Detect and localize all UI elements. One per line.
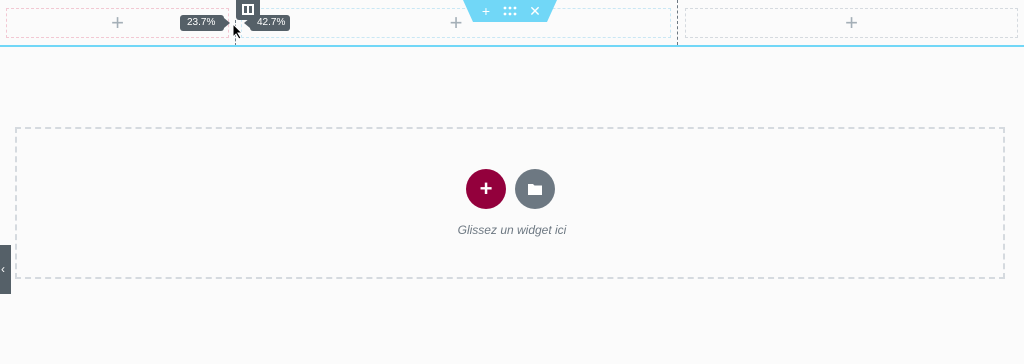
add-widget-plus-icon[interactable]: + — [450, 12, 463, 34]
add-template-button[interactable] — [515, 169, 555, 209]
column-right-empty[interactable]: + — [685, 8, 1018, 38]
left-column-width-tag: 23.7% — [180, 15, 230, 31]
drop-zone-text: Glissez un widget ici — [457, 223, 567, 237]
panel-collapse-toggle[interactable]: ‹ — [0, 245, 11, 294]
section-top: + + + + ✕ 23.7% 42.7% — [0, 0, 1024, 47]
section-border — [0, 45, 1024, 47]
widget-drop-zone[interactable] — [15, 127, 1005, 279]
column-middle-empty[interactable]: + — [241, 8, 671, 38]
right-column-width-tag: 42.7% — [244, 15, 290, 31]
mouse-cursor-icon — [232, 23, 244, 40]
add-section-button[interactable]: + — [477, 3, 495, 19]
add-new-section-button[interactable]: + — [466, 169, 506, 209]
drag-handle-icon[interactable] — [501, 3, 519, 19]
section-toolbar: + ✕ — [463, 0, 557, 22]
folder-icon — [528, 184, 542, 195]
column-middle[interactable]: + — [235, 0, 678, 45]
columns-icon — [242, 4, 254, 15]
delete-section-button[interactable]: ✕ — [526, 3, 544, 19]
add-widget-plus-icon[interactable]: + — [845, 12, 858, 34]
column-right[interactable]: + — [679, 0, 1024, 45]
add-widget-plus-icon[interactable]: + — [111, 12, 124, 34]
